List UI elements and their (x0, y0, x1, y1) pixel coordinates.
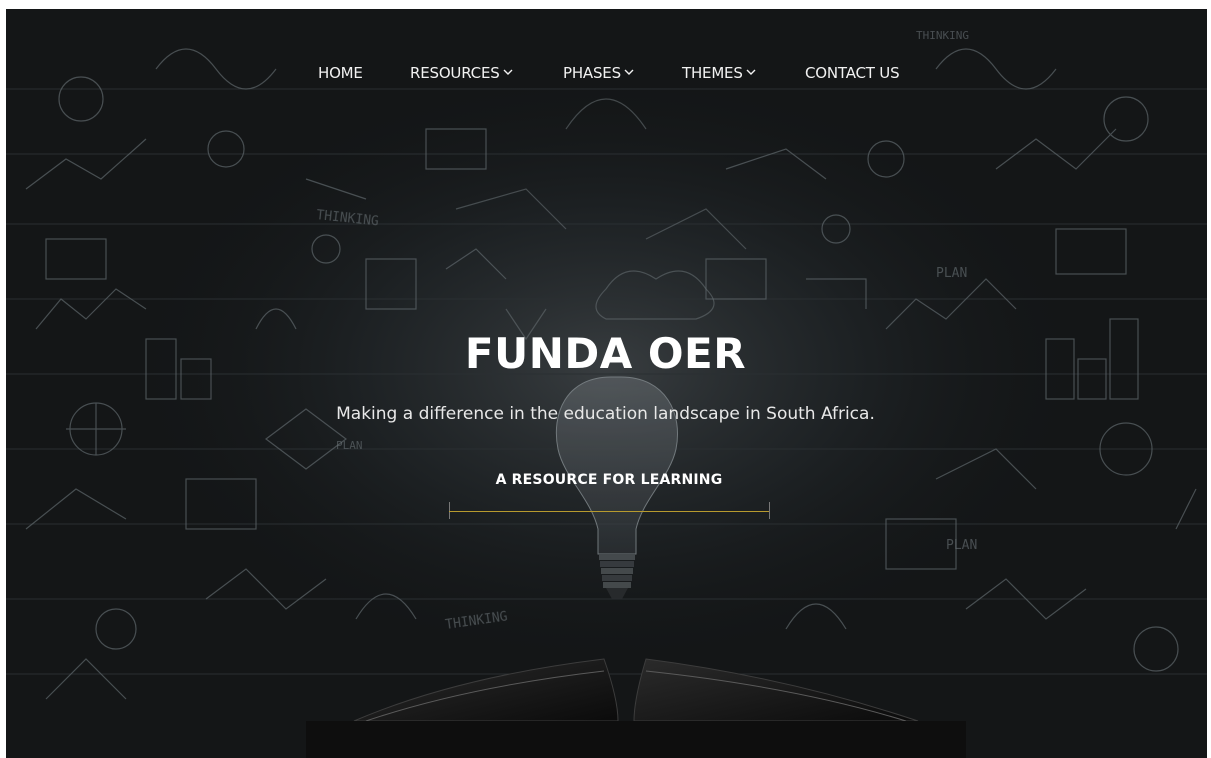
chalkboard-background: THINKING PLAN PLAN THINKING PLAN THINKIN… (6, 9, 1207, 758)
svg-text:PLAN: PLAN (936, 266, 967, 281)
hero-section: THINKING PLAN PLAN THINKING PLAN THINKIN… (6, 9, 1207, 758)
cta-border-right (769, 502, 770, 519)
chevron-down-icon (503, 69, 513, 75)
nav-item-label: HOME (318, 64, 363, 82)
nav-item-phases[interactable]: PHASES (563, 61, 634, 85)
nav-item-contact-us[interactable]: CONTACT US (805, 61, 900, 85)
nav-item-themes[interactable]: THEMES (682, 61, 756, 85)
hero-subtitle: Making a difference in the education lan… (336, 404, 875, 424)
chevron-down-icon (746, 69, 756, 75)
nav-item-label: PHASES (563, 64, 621, 82)
hero-title: FUNDA OER (464, 329, 747, 378)
nav-item-label: CONTACT US (805, 64, 900, 82)
chevron-down-icon (624, 69, 634, 75)
svg-text:PLAN: PLAN (336, 439, 363, 452)
nav-item-label: THEMES (682, 64, 743, 82)
nav-item-home[interactable]: HOME (318, 61, 363, 85)
cta-label: A RESOURCE FOR LEARNING (495, 472, 723, 488)
nav-item-label: RESOURCES (410, 64, 500, 82)
svg-text:THINKING: THINKING (916, 29, 969, 42)
svg-text:PLAN: PLAN (946, 538, 977, 553)
nav-item-resources[interactable]: RESOURCES (410, 61, 513, 85)
main-navigation: HOME RESOURCES PHASES THEMES CONTACT US (6, 61, 1207, 85)
resource-for-learning-button[interactable]: A RESOURCE FOR LEARNING (447, 466, 771, 522)
cta-underline (449, 511, 769, 512)
